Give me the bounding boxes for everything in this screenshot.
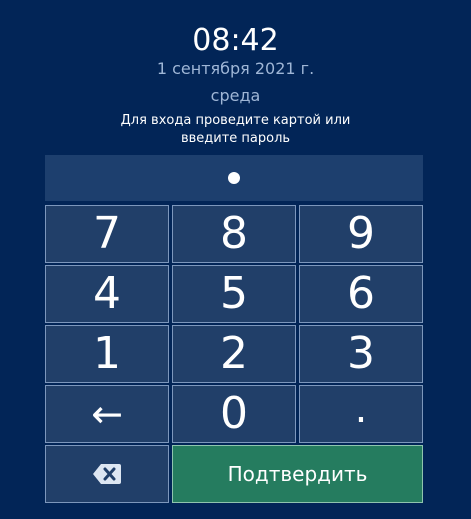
backspace-icon (93, 464, 121, 484)
key-9-label: 9 (347, 208, 375, 259)
back-arrow-icon: ← (91, 392, 123, 436)
key-0[interactable]: 0 (172, 385, 296, 443)
key-dot-label: . (354, 386, 368, 432)
current-date: 1 сентября 2021 г. (156, 59, 315, 78)
key-8[interactable]: 8 (172, 205, 296, 263)
key-7[interactable]: 7 (45, 205, 169, 263)
key-9[interactable]: 9 (299, 205, 423, 263)
confirm-button[interactable]: Подтвердить (172, 445, 423, 503)
key-5[interactable]: 5 (172, 265, 296, 323)
pin-dot (228, 172, 240, 184)
confirm-button-label: Подтвердить (227, 462, 368, 486)
key-4-label: 4 (93, 268, 121, 319)
key-6-label: 6 (347, 268, 375, 319)
key-3[interactable]: 3 (299, 325, 423, 383)
key-2[interactable]: 2 (172, 325, 296, 383)
login-instruction: Для входа проведите картой или введите п… (0, 112, 471, 148)
key-1[interactable]: 1 (45, 325, 169, 383)
backspace-button[interactable] (45, 445, 169, 503)
key-5-label: 5 (220, 268, 248, 319)
key-1-label: 1 (93, 328, 121, 379)
key-0-label: 0 (220, 388, 248, 439)
current-weekday: среда (210, 86, 261, 105)
key-6[interactable]: 6 (299, 265, 423, 323)
numeric-keypad: 7 8 9 4 5 6 1 2 3 ← 0 . Подтвердить (45, 205, 423, 503)
password-field[interactable] (45, 155, 423, 201)
instruction-line-1: Для входа проведите картой или (120, 113, 351, 128)
key-dot[interactable]: . (299, 385, 423, 443)
back-arrow-button[interactable]: ← (45, 385, 169, 443)
instruction-line-2: введите пароль (180, 131, 291, 146)
key-8-label: 8 (220, 208, 248, 259)
key-4[interactable]: 4 (45, 265, 169, 323)
key-2-label: 2 (220, 328, 248, 379)
key-7-label: 7 (93, 208, 121, 259)
clock-time: 08:42 (192, 23, 279, 58)
key-3-label: 3 (347, 328, 375, 379)
